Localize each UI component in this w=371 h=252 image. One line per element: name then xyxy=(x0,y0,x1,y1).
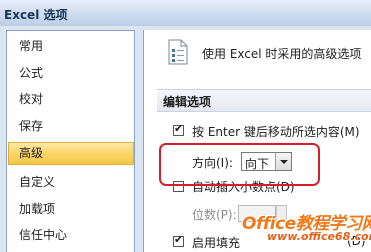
sidebar-item-customize[interactable]: 自定义 xyxy=(8,171,134,194)
sidebar-item-proofing[interactable]: 校对 xyxy=(8,88,134,111)
window-title: Excel 选项 xyxy=(4,8,68,22)
sidebar-item-addins[interactable]: 加载项 xyxy=(8,198,134,221)
move-after-enter-label[interactable]: 按 Enter 键后移动所选内容(M) xyxy=(192,123,360,140)
section-header: 编辑选项 xyxy=(157,89,371,112)
sidebar-item-formulas[interactable]: 公式 xyxy=(8,62,134,85)
move-after-enter-checkbox[interactable]: ✔ xyxy=(173,122,184,136)
sidebar-item-common[interactable]: 常用 xyxy=(8,35,134,58)
sidebar-item-trust-center[interactable]: 信任中心 xyxy=(8,224,134,247)
section-title: 编辑选项 xyxy=(163,95,212,109)
watermark-url: www.office68.com xyxy=(267,230,371,243)
places-label: 位数(P): xyxy=(192,208,237,222)
panel-header: 使用 Excel 时采用的高级选项 xyxy=(202,47,362,61)
checkmark-icon: ✔ xyxy=(174,122,184,135)
fill-handle-label[interactable]: 启用填充 xyxy=(192,234,240,251)
fill-handle-checkbox[interactable]: ✔ xyxy=(173,233,184,247)
sidebar: 常用 公式 校对 保存 高级 自定义 加载项 信任中心 xyxy=(6,30,135,252)
sidebar-item-advanced[interactable]: 高级 xyxy=(8,142,134,165)
sidebar-item-save[interactable]: 保存 xyxy=(8,115,134,138)
highlight-annotation xyxy=(159,143,320,186)
title-bar: Excel 选项 xyxy=(0,0,371,27)
document-settings-icon xyxy=(168,39,188,65)
checkmark-icon: ✔ xyxy=(174,233,184,246)
